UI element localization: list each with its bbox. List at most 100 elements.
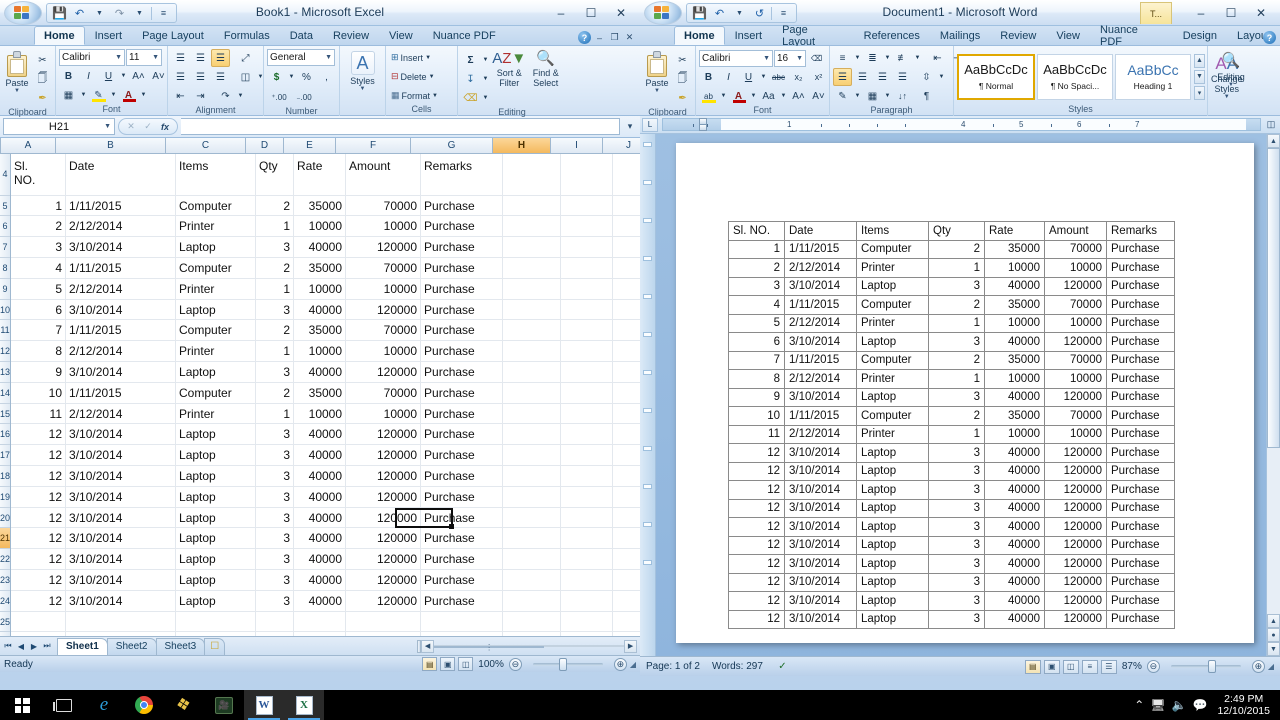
table-cell[interactable]: 1 — [929, 259, 985, 278]
table-cell[interactable]: 3/10/2014 — [785, 462, 857, 481]
cell[interactable]: Items — [176, 154, 256, 195]
cell[interactable]: 10 — [11, 383, 66, 403]
table-row[interactable]: 52/12/2014Printer11000010000Purchase — [729, 314, 1175, 333]
clear-dropdown-icon[interactable]: ▼ — [481, 89, 490, 107]
table-cell[interactable]: Laptop — [857, 536, 929, 555]
tab-stop-selector[interactable]: L — [642, 118, 658, 132]
cell[interactable] — [503, 237, 561, 257]
document-table[interactable]: Sl. NO.DateItemsQtyRateAmountRemarks11/1… — [728, 221, 1175, 629]
cell[interactable]: 3 — [256, 508, 294, 528]
column-header-c[interactable]: C — [166, 138, 246, 153]
excel-zoom-out-button[interactable]: ⊖ — [509, 658, 522, 671]
table-cell[interactable]: 3 — [929, 555, 985, 574]
bullets-dropdown-icon[interactable]: ▼ — [853, 49, 862, 67]
justify-icon[interactable]: ☰ — [893, 68, 912, 86]
table-cell[interactable]: 10000 — [1045, 425, 1107, 444]
cell[interactable] — [294, 612, 346, 632]
row-header-16[interactable]: 16 — [0, 424, 10, 445]
word-scroll-track[interactable] — [1267, 448, 1280, 614]
cell[interactable] — [613, 612, 640, 632]
table-cell[interactable]: 40000 — [985, 499, 1045, 518]
cell[interactable]: 1 — [11, 196, 66, 216]
table-row[interactable]: 52/12/2014Printer11000010000Purchase — [11, 279, 640, 300]
table-cell[interactable]: Purchase — [1107, 573, 1175, 592]
cell[interactable] — [256, 632, 294, 636]
volume-icon[interactable]: 🔈 — [1172, 698, 1187, 712]
cell[interactable]: Laptop — [176, 528, 256, 548]
table-cell[interactable]: Purchase — [1107, 240, 1175, 259]
numbering-dropdown-icon[interactable]: ▼ — [883, 49, 892, 67]
scroll-left-icon[interactable]: ◀ — [421, 640, 434, 653]
table-cell[interactable]: 12 — [729, 573, 785, 592]
action-center-icon[interactable]: 💬 — [1192, 698, 1207, 712]
cell[interactable] — [503, 258, 561, 278]
table-row[interactable]: 123/10/2014Laptop340000120000Purchase — [729, 610, 1175, 629]
cell[interactable]: 2/12/2014 — [66, 341, 176, 361]
table-cell[interactable]: Laptop — [857, 592, 929, 611]
cell[interactable]: 40000 — [294, 466, 346, 486]
cell[interactable] — [561, 549, 613, 569]
column-header-b[interactable]: B — [56, 138, 166, 153]
cell[interactable] — [561, 487, 613, 507]
word-resize-grip[interactable]: ◢ — [1268, 662, 1274, 671]
excel-minimize-button[interactable]: – — [546, 2, 576, 23]
cell[interactable]: 1/11/2015 — [66, 196, 176, 216]
cell[interactable]: Purchase — [421, 258, 503, 278]
table-row[interactable]: 123/10/2014Laptop340000120000Purchase — [729, 536, 1175, 555]
prev-sheet-icon[interactable]: ◀ — [15, 639, 27, 654]
table-cell[interactable]: 2/12/2014 — [785, 314, 857, 333]
cell[interactable]: Remarks — [421, 154, 503, 195]
cell[interactable] — [561, 591, 613, 611]
edge-button[interactable]: e — [84, 690, 124, 720]
word-close-button[interactable]: ✕ — [1246, 2, 1276, 23]
first-sheet-icon[interactable]: ⏮ — [2, 639, 14, 654]
cell[interactable]: 3 — [256, 487, 294, 507]
table-cell[interactable]: Laptop — [857, 499, 929, 518]
table-cell[interactable]: Purchase — [1107, 499, 1175, 518]
table-cell[interactable]: 120000 — [1045, 481, 1107, 500]
table-cell[interactable]: 10000 — [1045, 370, 1107, 389]
cell[interactable]: Printer — [176, 341, 256, 361]
cell[interactable] — [613, 487, 640, 507]
font-size-combo[interactable]: 11 ▼ — [126, 49, 162, 66]
row-header-13[interactable]: 13 — [0, 362, 10, 383]
table-row[interactable]: 63/10/2014Laptop340000120000Purchase — [11, 300, 640, 321]
table-cell[interactable]: 3/10/2014 — [785, 277, 857, 296]
cell[interactable]: Laptop — [176, 487, 256, 507]
excel-tab-home[interactable]: Home — [34, 26, 85, 45]
cell[interactable]: 1 — [256, 404, 294, 424]
word-word-count[interactable]: Words: 297 — [712, 661, 763, 672]
cell[interactable] — [561, 154, 613, 195]
cell[interactable] — [503, 528, 561, 548]
table-cell[interactable]: 2/12/2014 — [785, 370, 857, 389]
cell[interactable] — [613, 300, 640, 320]
cell[interactable]: Laptop — [176, 445, 256, 465]
cell[interactable] — [613, 383, 640, 403]
table-row[interactable]: 123/10/2014Laptop340000120000Purchase — [11, 549, 640, 570]
cell[interactable] — [561, 383, 613, 403]
cell[interactable]: 1/11/2015 — [66, 383, 176, 403]
cell[interactable] — [503, 424, 561, 444]
cell[interactable] — [561, 570, 613, 590]
cell[interactable]: Laptop — [176, 591, 256, 611]
table-cell[interactable]: 120000 — [1045, 462, 1107, 481]
cell[interactable]: 5 — [11, 279, 66, 299]
cell[interactable]: 1/11/2015 — [66, 258, 176, 278]
cell[interactable]: Purchase — [421, 570, 503, 590]
cell[interactable]: 10000 — [294, 279, 346, 299]
table-cell[interactable]: 40000 — [985, 610, 1045, 629]
fill-color-dropdown-icon[interactable]: ▼ — [109, 86, 118, 104]
column-header-d[interactable]: D — [246, 138, 284, 153]
table-row[interactable]: 33/10/2014Laptop340000120000Purchase — [11, 237, 640, 258]
table-cell[interactable]: 2 — [929, 407, 985, 426]
cell[interactable]: 40000 — [294, 237, 346, 257]
word-tab-view[interactable]: View — [1046, 26, 1090, 45]
currency-dropdown-icon[interactable]: ▼ — [287, 68, 296, 86]
cell[interactable]: 35000 — [294, 320, 346, 340]
table-cell[interactable]: 1/11/2015 — [785, 296, 857, 315]
cell[interactable] — [503, 154, 561, 195]
word-tab-review[interactable]: Review — [990, 26, 1046, 45]
select-all-button[interactable] — [0, 138, 1, 153]
cell[interactable]: 70000 — [346, 258, 421, 278]
excel-zoom-slider[interactable] — [525, 658, 611, 671]
